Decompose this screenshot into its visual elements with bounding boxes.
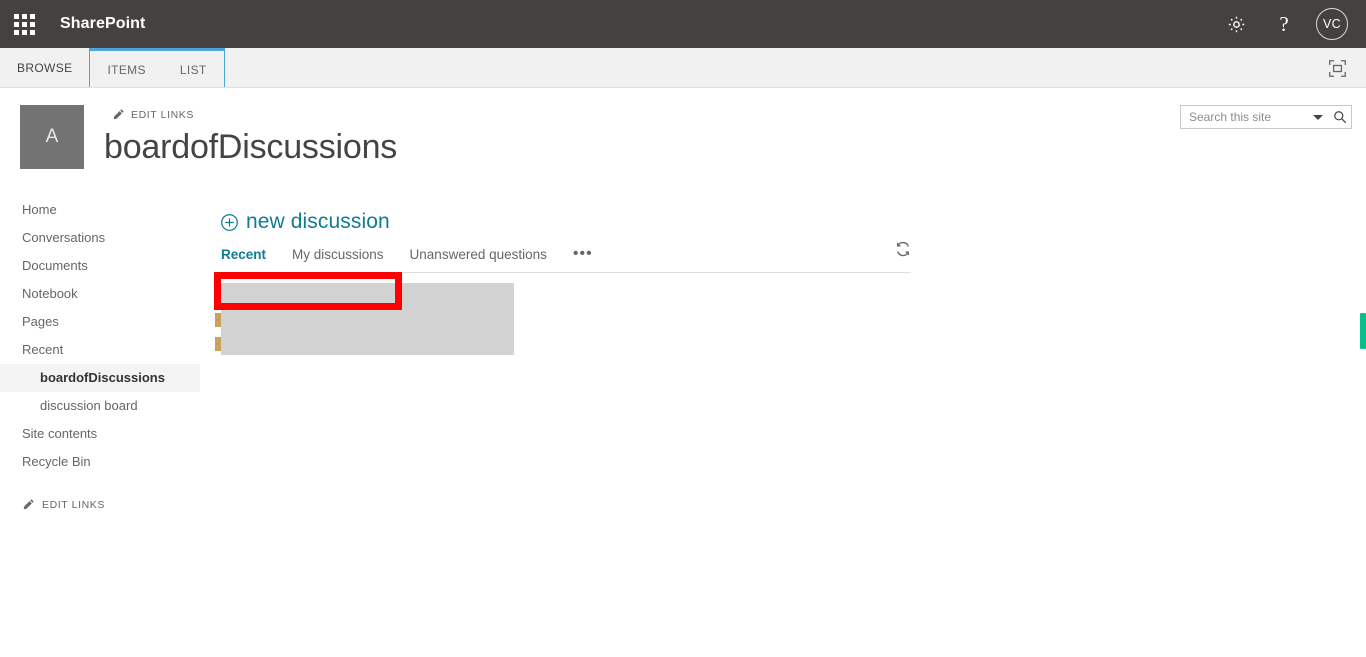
ribbon-bar: BROWSE ITEMS LIST [0, 48, 1366, 88]
sidebar-item-notebook[interactable]: Notebook [0, 280, 200, 308]
view-tabs-overflow-ellipsis[interactable]: ••• [573, 245, 593, 263]
sidebar-item-discussion-board[interactable]: discussion board [0, 392, 200, 420]
ribbon-tabs: BROWSE ITEMS LIST [0, 48, 225, 88]
ribbon-tab-browse[interactable]: BROWSE [0, 48, 89, 88]
search-box[interactable] [1180, 105, 1352, 129]
edit-links-top[interactable]: EDIT LINKS [112, 108, 194, 121]
sidebar-item-home[interactable]: Home [0, 196, 200, 224]
chevron-down-icon[interactable] [1307, 106, 1329, 128]
red-annotation-rectangle [214, 272, 402, 310]
sidebar-item-conversations[interactable]: Conversations [0, 224, 200, 252]
help-glyph: ? [1279, 11, 1289, 36]
focus-on-content-icon[interactable] [1320, 51, 1354, 85]
question-mark-icon[interactable]: ? [1260, 0, 1308, 48]
sidebar-item-documents[interactable]: Documents [0, 252, 200, 280]
pencil-icon [23, 499, 34, 510]
pencil-icon [113, 109, 124, 120]
gear-icon[interactable] [1212, 0, 1260, 48]
edit-links-sidebar[interactable]: EDIT LINKS [0, 498, 200, 511]
scroll-position-indicator[interactable] [1360, 313, 1366, 349]
sidebar-item-recycle-bin[interactable]: Recycle Bin [0, 448, 200, 476]
search-input[interactable] [1181, 110, 1307, 124]
new-discussion-button[interactable]: new discussion [220, 210, 390, 234]
suite-bar-actions: ? VC [1212, 0, 1366, 48]
page-title[interactable]: boardofDiscussions [104, 128, 397, 167]
ribbon-right-actions [1320, 48, 1366, 88]
sidebar-item-site-contents[interactable]: Site contents [0, 420, 200, 448]
new-discussion-label: new discussion [246, 210, 390, 233]
sidebar-item-boardofdiscussions[interactable]: boardofDiscussions [0, 364, 200, 392]
refresh-icon[interactable] [893, 239, 913, 259]
ribbon-contextual-group: ITEMS LIST [89, 48, 225, 88]
plus-circle-icon [221, 213, 238, 231]
magnifier-icon[interactable] [1329, 106, 1351, 128]
suite-bar: SharePoint ? VC [0, 0, 1366, 48]
view-tab-my-discussions[interactable]: My discussions [292, 247, 384, 262]
view-tab-recent[interactable]: Recent [221, 247, 266, 262]
waffle-grid [13, 13, 35, 35]
app-launcher-waffle-icon[interactable] [0, 0, 48, 48]
edit-links-sidebar-label: EDIT LINKS [42, 498, 105, 511]
quick-launch-nav: Home Conversations Documents Notebook Pa… [0, 196, 200, 511]
edit-links-top-label: EDIT LINKS [131, 108, 194, 121]
ribbon-tab-items[interactable]: ITEMS [90, 51, 162, 88]
view-tab-unanswered-questions[interactable]: Unanswered questions [410, 247, 547, 262]
suite-brand-sharepoint[interactable]: SharePoint [60, 15, 145, 33]
sidebar-item-recent[interactable]: Recent [0, 336, 200, 364]
view-selector-tabs: Recent My discussions Unanswered questio… [221, 245, 593, 263]
ribbon-tab-list[interactable]: LIST [163, 51, 224, 88]
avatar[interactable]: VC [1316, 8, 1348, 40]
ribbon-underline [0, 87, 1366, 88]
site-logo[interactable]: A [20, 105, 84, 169]
sidebar-item-pages[interactable]: Pages [0, 308, 200, 336]
